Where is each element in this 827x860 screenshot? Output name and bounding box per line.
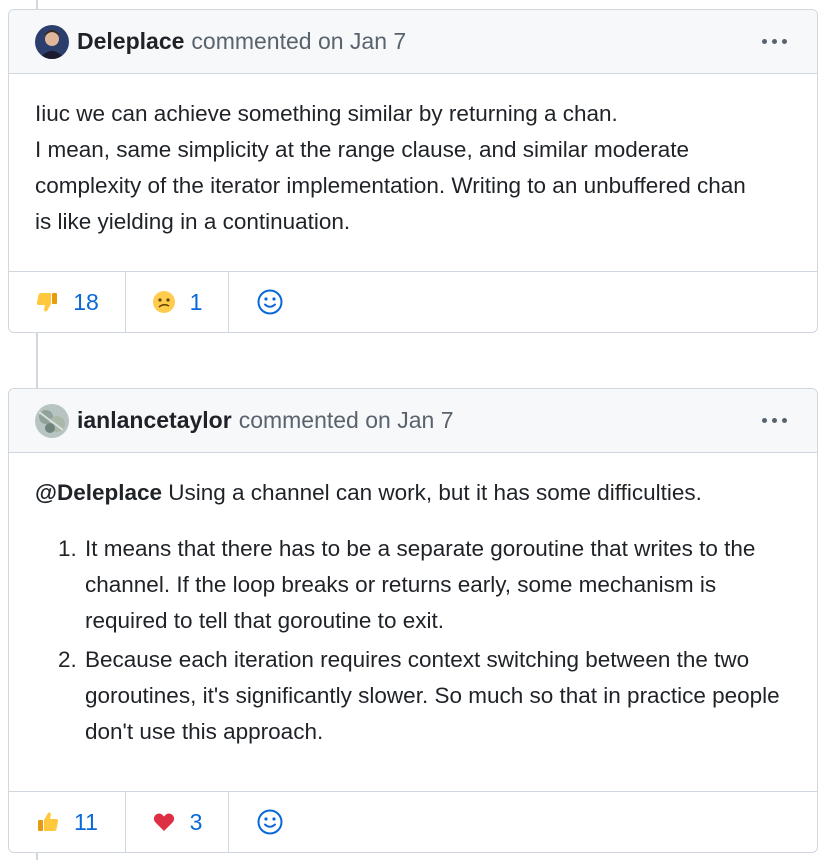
avatar-deleplace-icon <box>35 24 69 59</box>
smiley-icon <box>257 289 283 315</box>
comment-body: Iiuc we can achieve something similar by… <box>9 74 817 240</box>
reaction-thumbs-down[interactable]: 18 <box>9 272 126 332</box>
comment-header: ianlancetaylor commented on Jan 7 <box>9 389 817 453</box>
comment-line: complexity of the iterator implementatio… <box>35 173 746 198</box>
comment-deleplace: Deleplace commented on Jan 7 Iiuc we can… <box>8 9 818 333</box>
intro-text: Using a channel can work, but it has som… <box>162 480 702 505</box>
reaction-count: 11 <box>74 808 98 835</box>
timeline-line <box>36 333 38 389</box>
comment-line: is like yielding in a continuation. <box>35 209 351 234</box>
reaction-heart[interactable]: 3 <box>126 792 229 852</box>
reaction-count: 1 <box>189 288 203 315</box>
reaction-thumbs-up[interactable]: 11 <box>9 792 126 852</box>
comment-header: Deleplace commented on Jan 7 <box>9 10 817 74</box>
comment-author[interactable]: Deleplace <box>77 28 184 55</box>
smiley-icon <box>257 809 283 835</box>
reactions-bar: 18 1 <box>9 271 817 332</box>
thumbs-down-icon <box>35 290 59 314</box>
user-mention-link[interactable]: @Deleplace <box>35 480 162 505</box>
comment-line: I mean, same simplicity at the range cla… <box>35 137 690 162</box>
timeline-line <box>36 853 38 860</box>
avatar[interactable] <box>35 403 69 438</box>
comment-line: Iiuc we can achieve something similar by… <box>35 101 618 126</box>
list-item: It means that there has to be a separate… <box>83 531 791 639</box>
confused-face-icon <box>152 290 176 314</box>
avatar-ianlancetaylor-icon <box>35 403 69 438</box>
list-item: Because each iteration requires context … <box>83 642 791 750</box>
reaction-count: 3 <box>189 808 203 835</box>
reactions-bar: 11 3 <box>9 791 817 852</box>
avatar[interactable] <box>35 24 69 59</box>
comment-ianlancetaylor: ianlancetaylor commented on Jan 7 @Delep… <box>8 388 818 853</box>
comment-intro: @Deleplace Using a channel can work, but… <box>35 475 791 511</box>
more-options-icon[interactable] <box>762 412 787 429</box>
thumbs-up-icon <box>36 810 60 834</box>
comment-body: @Deleplace Using a channel can work, but… <box>9 453 817 750</box>
add-reaction-button[interactable] <box>229 272 311 332</box>
add-reaction-button[interactable] <box>229 792 311 852</box>
comment-author[interactable]: ianlancetaylor <box>77 407 232 434</box>
comment-timestamp[interactable]: commented on Jan 7 <box>191 28 406 55</box>
reaction-confused[interactable]: 1 <box>126 272 229 332</box>
comment-timestamp[interactable]: commented on Jan 7 <box>239 407 454 434</box>
more-options-icon[interactable] <box>762 33 787 50</box>
reaction-count: 18 <box>73 288 99 315</box>
red-heart-icon <box>152 810 176 834</box>
difficulties-list: It means that there has to be a separate… <box>35 531 791 750</box>
